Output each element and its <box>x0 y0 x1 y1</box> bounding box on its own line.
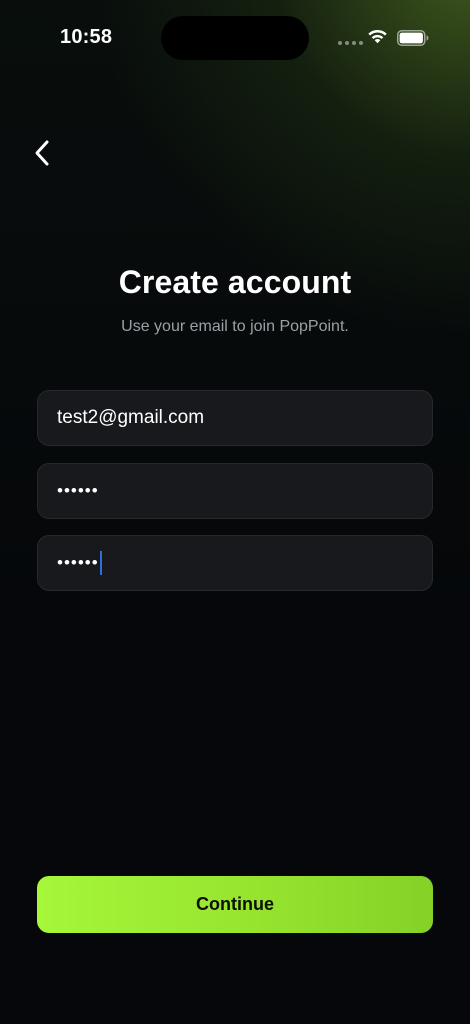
text-cursor <box>99 551 102 575</box>
status-bar: 10:58 <box>0 0 470 78</box>
battery-icon <box>397 30 429 46</box>
dynamic-island <box>161 16 309 60</box>
continue-button[interactable]: Continue <box>37 876 433 933</box>
password-value: •••••• <box>57 481 99 500</box>
confirm-password-field[interactable]: •••••• <box>37 535 433 591</box>
page-subtitle: Use your email to join PopPoint. <box>121 318 349 335</box>
status-time: 10:58 <box>60 26 113 48</box>
continue-label: Continue <box>196 894 274 914</box>
password-field[interactable]: •••••• <box>37 463 433 519</box>
chevron-left-icon <box>35 140 49 166</box>
confirm-password-value: •••••• <box>57 553 99 572</box>
cellular-signal-icon <box>338 41 363 45</box>
page-title: Create account <box>118 264 352 300</box>
wifi-icon <box>368 29 387 44</box>
create-account-screen: 10:58 Create account Use your email to j… <box>0 0 470 1024</box>
back-button[interactable] <box>24 133 64 173</box>
email-value: test2@gmail.com <box>57 407 205 428</box>
email-field[interactable]: test2@gmail.com <box>37 390 433 446</box>
